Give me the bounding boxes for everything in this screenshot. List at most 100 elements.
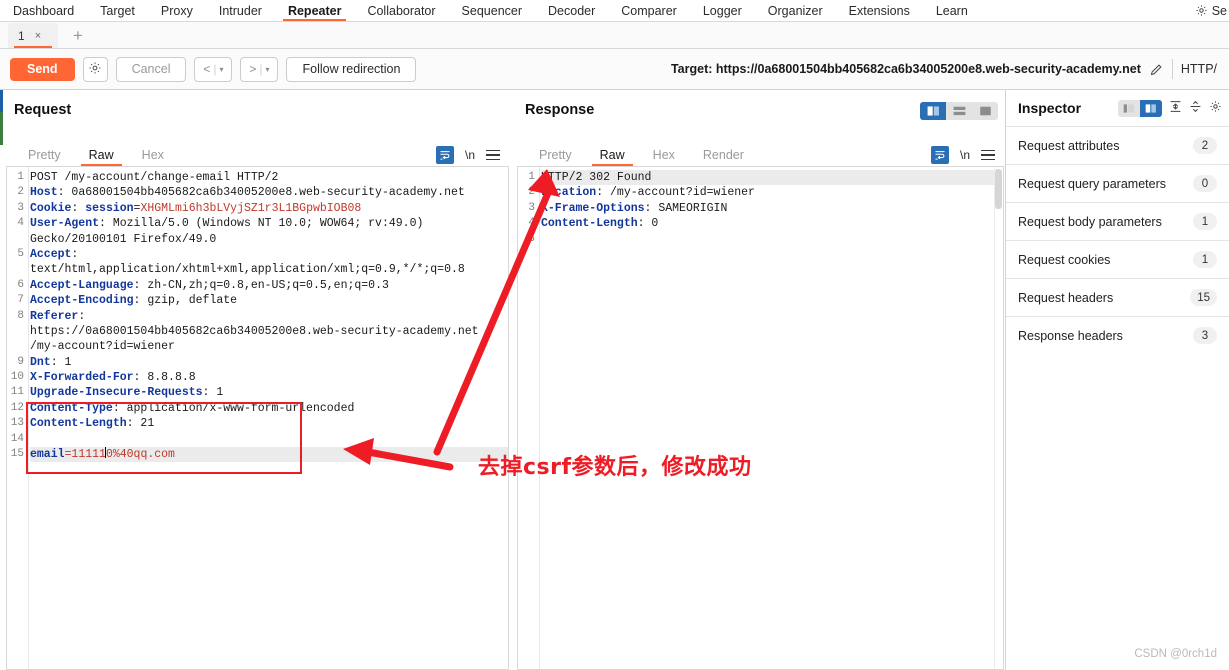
add-tab-button[interactable]: + xyxy=(68,25,88,45)
response-tab-hex[interactable]: Hex xyxy=(639,148,689,166)
code-line[interactable]: Gecko/20100101 Firefox/49.0 xyxy=(30,232,508,247)
inspector-row[interactable]: Request attributes 2 xyxy=(1006,126,1229,164)
code-token: : xyxy=(71,247,79,261)
request-code[interactable]: POST /my-account/change-email HTTP/2 Host… xyxy=(30,167,508,669)
code-line[interactable]: Upgrade-Insecure-Requests: 1 xyxy=(30,385,508,400)
response-tab-render[interactable]: Render xyxy=(689,148,758,166)
main-tab-collaborator[interactable]: Collaborator xyxy=(354,0,448,21)
main-tab-sequencer[interactable]: Sequencer xyxy=(449,0,535,21)
inspector-row[interactable]: Request query parameters 0 xyxy=(1006,164,1229,202)
main-tab-learn[interactable]: Learn xyxy=(923,0,981,21)
inspector-row[interactable]: Request cookies 1 xyxy=(1006,240,1229,278)
request-editor[interactable]: 1 2 3 4 5 6 7 8 9 10 11 12 13 14 15 POST /my-account/c… xyxy=(6,167,509,670)
code-line[interactable] xyxy=(30,432,508,447)
columns-left-icon[interactable] xyxy=(1118,100,1140,117)
code-line[interactable]: https://0a68001504bb405682ca6b34005200e8… xyxy=(30,324,508,339)
newline-toggle[interactable]: \n xyxy=(465,148,475,162)
response-code[interactable]: HTTP/2 302 Found Location: /my-account?id… xyxy=(541,167,1003,669)
inspector-row[interactable]: Request headers 15 xyxy=(1006,278,1229,316)
main-tab-repeater[interactable]: Repeater xyxy=(275,0,355,21)
pane-splitter[interactable] xyxy=(509,96,517,670)
code-line[interactable]: Content-Type: application/x-www-form-url… xyxy=(30,401,508,416)
word-wrap-icon[interactable] xyxy=(930,146,949,164)
history-back-button[interactable]: < | ▾ xyxy=(194,56,233,82)
line-number: 10 xyxy=(10,371,24,384)
code-line[interactable]: Dnt: 1 xyxy=(30,355,508,370)
code-line[interactable]: X-Frame-Options: SAMEORIGIN xyxy=(541,201,1003,216)
code-token: Accept-Language xyxy=(30,278,134,292)
code-line[interactable]: Host: 0a68001504bb405682ca6b34005200e8.w… xyxy=(30,185,508,200)
response-scrollbar-thumb[interactable] xyxy=(995,169,1002,209)
main-tab-label: Dashboard xyxy=(13,3,75,18)
code-line[interactable]: HTTP/2 302 Found xyxy=(541,170,1003,186)
gear-icon[interactable] xyxy=(1209,100,1222,116)
code-line[interactable]: User-Agent: Mozilla/5.0 (Windows NT 10.0… xyxy=(30,216,508,231)
layout-single-button[interactable] xyxy=(972,102,998,120)
code-token: Dnt xyxy=(30,355,51,369)
response-tab-pretty[interactable]: Pretty xyxy=(525,148,586,166)
code-line[interactable]: Content-Length: 0 xyxy=(541,216,1003,231)
code-token: HTTP/2 302 Found xyxy=(541,171,652,184)
request-view-tabs: Pretty Raw Hex \n xyxy=(6,144,509,167)
code-token: : 0 xyxy=(637,217,659,231)
main-tab-proxy[interactable]: Proxy xyxy=(148,0,206,21)
code-line[interactable]: Accept-Language: zh-CN,zh;q=0.8,en-US;q=… xyxy=(30,278,508,293)
code-line[interactable]: /my-account?id=wiener xyxy=(30,339,508,354)
main-tab-logger[interactable]: Logger xyxy=(690,0,755,21)
expand-all-icon[interactable] xyxy=(1169,100,1182,116)
code-line[interactable]: Content-Length: 21 xyxy=(30,416,508,431)
close-icon[interactable]: × xyxy=(35,30,41,42)
word-wrap-icon[interactable] xyxy=(435,146,454,164)
hamburger-icon[interactable] xyxy=(981,147,995,164)
request-title: Request xyxy=(14,102,72,118)
code-line[interactable]: Cookie: session=XHGMLmi6h3bLVyjSZ1r3L1BG… xyxy=(30,201,508,216)
inspector-row[interactable]: Request body parameters 1 xyxy=(1006,202,1229,240)
cancel-button[interactable]: Cancel xyxy=(115,56,187,82)
code-token: X-Frame-Options xyxy=(541,201,645,215)
request-settings-button[interactable] xyxy=(82,56,108,82)
main-tab-decoder[interactable]: Decoder xyxy=(535,0,608,21)
line-number: 7 xyxy=(17,294,24,307)
response-pane: Response Pretty Raw Hex Render \n 1 2 3 … xyxy=(517,96,1004,670)
main-tab-intruder[interactable]: Intruder xyxy=(206,0,275,21)
columns-right-icon[interactable] xyxy=(1140,99,1162,117)
follow-redirection-button[interactable]: Follow redirection xyxy=(286,56,417,82)
request-tab-pretty[interactable]: Pretty xyxy=(14,148,75,166)
main-tab-label: Proxy xyxy=(160,3,193,18)
layout-stacked-button[interactable] xyxy=(946,102,972,120)
response-editor[interactable]: 12345 HTTP/2 302 Found Location: /my-acco… xyxy=(517,167,1004,670)
code-line[interactable]: Referer: xyxy=(30,309,508,324)
line-number: 15 xyxy=(10,448,24,461)
target-area: Target: https://0a68001504bb405682ca6b34… xyxy=(671,59,1219,79)
main-tab-comparer[interactable]: Comparer xyxy=(608,0,690,21)
main-tab-organizer[interactable]: Organizer xyxy=(755,0,836,21)
code-line[interactable]: X-Forwarded-For: 8.8.8.8 xyxy=(30,370,508,385)
response-scrollbar[interactable] xyxy=(994,167,1003,669)
layout-side-by-side-button[interactable] xyxy=(920,102,946,120)
newline-toggle[interactable]: \n xyxy=(960,148,970,162)
code-line[interactable]: Accept: xyxy=(30,247,508,262)
hamburger-icon[interactable] xyxy=(486,147,500,164)
collapse-all-icon[interactable] xyxy=(1189,100,1202,116)
settings-button[interactable]: Se xyxy=(1195,4,1227,18)
history-forward-button[interactable]: > | ▾ xyxy=(240,56,279,82)
request-tab-hex[interactable]: Hex xyxy=(128,148,178,166)
response-tab-raw[interactable]: Raw xyxy=(586,148,639,166)
repeater-tab-1[interactable]: 1 × xyxy=(8,23,58,48)
code-line[interactable]: text/html,application/xhtml+xml,applicat… xyxy=(30,262,508,277)
code-line[interactable]: Location: /my-account?id=wiener xyxy=(541,185,1003,200)
inspector-row[interactable]: Response headers 3 xyxy=(1006,316,1229,354)
pencil-icon[interactable] xyxy=(1149,62,1164,77)
code-line[interactable]: email=111110%40qq.com xyxy=(30,447,508,463)
code-token: Host xyxy=(30,186,58,200)
main-tab-target[interactable]: Target xyxy=(87,0,148,21)
code-line[interactable]: Accept-Encoding: gzip, deflate xyxy=(30,293,508,308)
main-tab-dashboard[interactable]: Dashboard xyxy=(0,0,87,21)
request-tab-raw[interactable]: Raw xyxy=(75,148,128,166)
code-line[interactable]: POST /my-account/change-email HTTP/2 xyxy=(30,170,508,185)
response-view-controls: \n xyxy=(930,146,1004,166)
code-line[interactable] xyxy=(541,232,1003,247)
inspector-row-label: Response headers xyxy=(1018,328,1123,343)
main-tab-extensions[interactable]: Extensions xyxy=(836,0,923,21)
send-button[interactable]: Send xyxy=(10,57,75,81)
